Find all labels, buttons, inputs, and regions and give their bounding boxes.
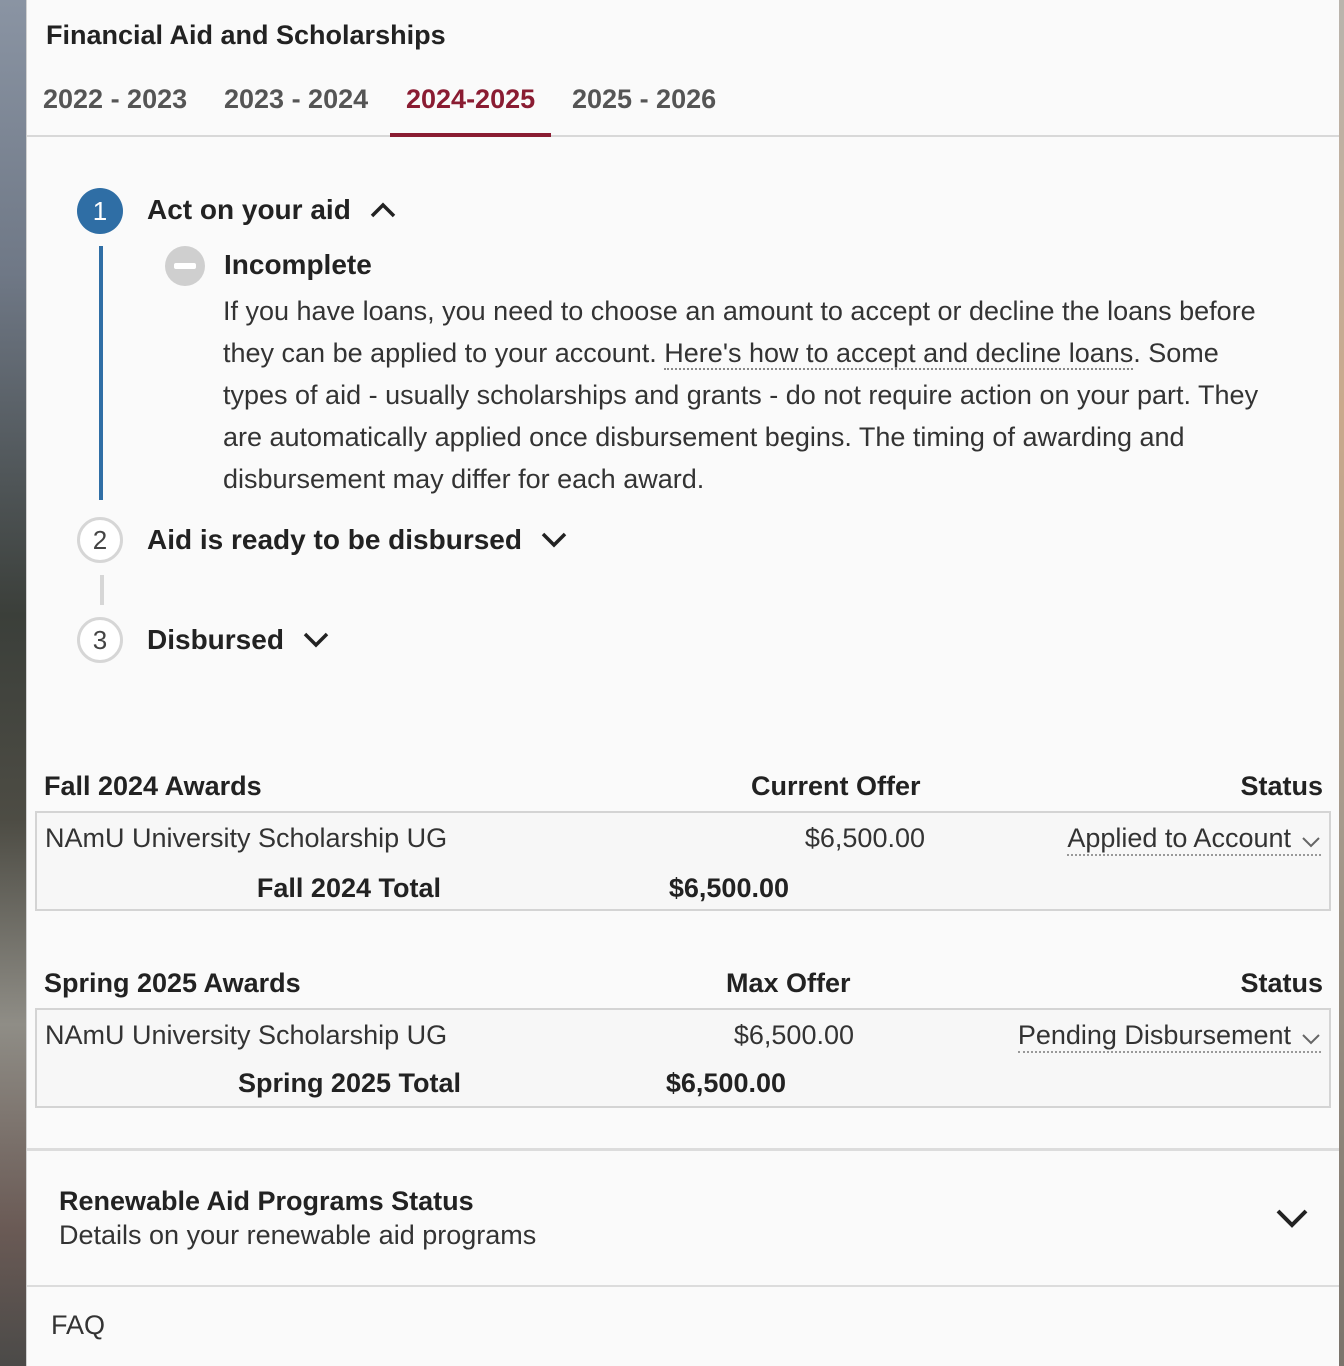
step-1-circle: 1	[77, 188, 123, 234]
renewable-aid-title: Renewable Aid Programs Status	[59, 1186, 474, 1216]
financial-aid-panel: Financial Aid and Scholarships 2022 - 20…	[26, 0, 1339, 1366]
tab-2022-2023[interactable]: 2022 - 2023	[27, 84, 203, 133]
tab-2023-2024[interactable]: 2023 - 2024	[208, 84, 384, 133]
spring-total-amount: $6,500.00	[665, 1068, 786, 1098]
fall-offer-heading: Current Offer	[751, 771, 921, 801]
step-2-connector	[100, 575, 104, 605]
spring-offer-heading: Max Offer	[726, 968, 851, 998]
fall-award-name: NAmU University Scholarship UG	[45, 823, 448, 853]
chevron-down-icon[interactable]	[541, 531, 567, 549]
chevron-down-icon[interactable]	[1275, 1207, 1309, 1229]
spring-award-status-dropdown[interactable]: Pending Disbursement	[1017, 1020, 1321, 1053]
year-tabs: 2022 - 2023 2023 - 2024 2024-2025 2025 -…	[27, 78, 1339, 137]
fall-award-status-dropdown[interactable]: Applied to Account	[1067, 823, 1321, 856]
step-3-circle: 3	[77, 617, 123, 663]
spring-awards-heading: Spring 2025 Awards	[44, 968, 301, 998]
step-1-description: If you have loans, you need to choose an…	[223, 296, 1259, 494]
step-3-toggle[interactable]: Disbursed	[147, 624, 284, 656]
step-1-title: Act on your aid	[147, 194, 351, 225]
step-3-title: Disbursed	[147, 624, 284, 655]
background-photo-left	[0, 0, 26, 1366]
step-2-circle: 2	[77, 517, 123, 563]
accept-decline-loans-link[interactable]: Here's how to accept and decline loans	[664, 338, 1134, 370]
fall-total-amount: $6,500.00	[668, 873, 789, 903]
chevron-down-icon	[1302, 837, 1320, 848]
renewable-aid-section[interactable]: Renewable Aid Programs Status Details on…	[27, 1148, 1339, 1287]
step-1-toggle[interactable]: Act on your aid	[147, 194, 351, 226]
chevron-down-icon[interactable]	[303, 631, 329, 649]
step-1-connector	[99, 246, 103, 500]
step-2-title: Aid is ready to be disbursed	[147, 524, 522, 555]
spring-total-label: Spring 2025 Total	[237, 1068, 461, 1098]
spring-status-heading: Status	[1240, 968, 1323, 998]
spring-award-amount: $6,500.00	[733, 1020, 854, 1050]
incomplete-status-icon	[165, 246, 205, 286]
fall-total-label: Fall 2024 Total	[256, 873, 441, 903]
faq-link[interactable]: FAQ	[51, 1310, 105, 1341]
chevron-down-icon	[1302, 1034, 1320, 1045]
spring-award-name: NAmU University Scholarship UG	[45, 1020, 448, 1050]
tab-2025-2026[interactable]: 2025 - 2026	[556, 84, 732, 133]
renewable-aid-subtitle: Details on your renewable aid programs	[59, 1220, 537, 1250]
chevron-up-icon[interactable]	[370, 201, 396, 219]
step-1-status: Incomplete	[224, 249, 372, 280]
fall-awards-heading: Fall 2024 Awards	[44, 771, 262, 801]
fall-award-amount: $6,500.00	[804, 823, 925, 853]
tab-2024-2025[interactable]: 2024-2025	[390, 84, 552, 137]
panel-title: Financial Aid and Scholarships	[46, 20, 446, 50]
fall-status-heading: Status	[1240, 771, 1323, 801]
fall-awards-table: NAmU University Scholarship UG $6,500.00…	[35, 811, 1331, 911]
step-2-toggle[interactable]: Aid is ready to be disbursed	[147, 524, 522, 556]
spring-awards-table: NAmU University Scholarship UG $6,500.00…	[35, 1008, 1331, 1108]
